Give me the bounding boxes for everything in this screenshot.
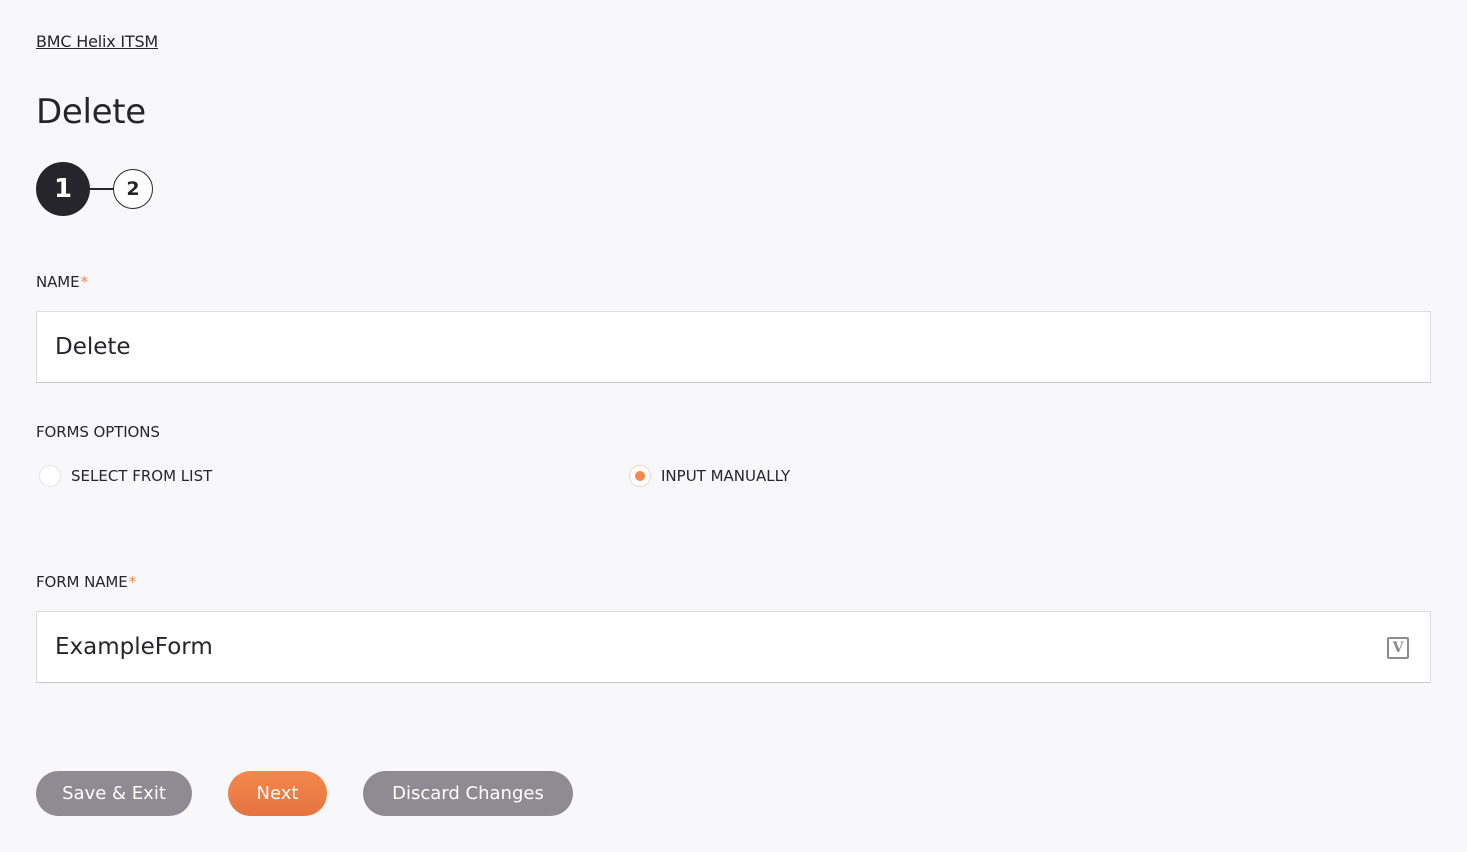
- save-exit-button[interactable]: Save & Exit: [36, 771, 192, 816]
- radio-button-unchecked[interactable]: [39, 465, 61, 487]
- variable-icon[interactable]: V: [1387, 637, 1409, 659]
- page-title: Delete: [36, 92, 146, 132]
- form-name-input-value: ExampleForm: [55, 634, 213, 660]
- step-2[interactable]: 2: [113, 169, 153, 209]
- form-name-label-text: FORM NAME: [36, 573, 128, 591]
- stepper: 1 2: [36, 162, 153, 216]
- name-label: NAME*: [36, 273, 88, 291]
- step-1[interactable]: 1: [36, 162, 90, 216]
- form-name-input[interactable]: ExampleForm V: [36, 611, 1431, 683]
- discard-changes-button[interactable]: Discard Changes: [363, 771, 573, 816]
- step-connector: [90, 188, 113, 190]
- name-label-text: NAME: [36, 273, 80, 291]
- radio-select-from-list[interactable]: SELECT FROM LIST: [39, 463, 212, 489]
- radio-label-input-manually: INPUT MANUALLY: [661, 467, 791, 485]
- name-input-value: Delete: [55, 334, 131, 360]
- breadcrumb-link[interactable]: BMC Helix ITSM: [36, 32, 158, 51]
- forms-options-label: FORMS OPTIONS: [36, 423, 160, 441]
- required-mark: *: [80, 273, 89, 291]
- radio-input-manually[interactable]: INPUT MANUALLY: [629, 463, 790, 489]
- name-input[interactable]: Delete: [36, 311, 1431, 383]
- radio-label-select-from-list: SELECT FROM LIST: [71, 467, 213, 485]
- required-mark: *: [128, 573, 137, 591]
- form-name-label: FORM NAME*: [36, 573, 136, 591]
- page: BMC Helix ITSM Delete 1 2 NAME* Delete F…: [0, 0, 1467, 852]
- radio-button-checked[interactable]: [629, 465, 651, 487]
- radio-dot: [635, 471, 645, 481]
- next-button[interactable]: Next: [228, 771, 327, 816]
